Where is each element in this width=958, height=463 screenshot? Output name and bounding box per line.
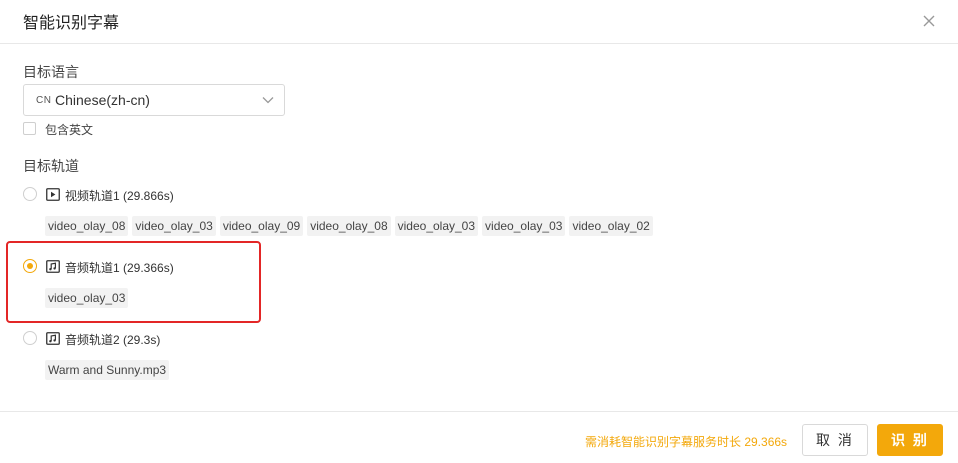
include-english-label: 包含英文 <box>45 123 94 137</box>
dialog-title: 智能识别字幕 <box>23 15 120 32</box>
track-title: 视频轨道1 (29.866s) <box>65 189 174 203</box>
target-track-label: 目标轨道 <box>23 158 79 174</box>
clip-chip: video_olay_03 <box>132 216 216 236</box>
chevron-down-icon <box>262 97 274 104</box>
clip-chip: Warm and Sunny.mp3 <box>45 360 170 380</box>
cost-note: 需消耗智能识别字幕服务时长 29.366s <box>585 435 788 449</box>
track-radio[interactable] <box>23 331 37 345</box>
target-language-label: 目标语言 <box>23 64 79 80</box>
audio-track-icon <box>46 332 60 345</box>
clip-chip: video_olay_09 <box>219 216 304 236</box>
track-clips: Warm and Sunny.mp3 <box>45 360 170 380</box>
track-clips: video_olay_08 video_olay_03 video_olay_0… <box>45 216 653 236</box>
close-icon[interactable] <box>918 10 940 32</box>
track-radio[interactable] <box>23 187 37 201</box>
cancel-button[interactable]: 取 消 <box>802 424 868 456</box>
language-flag: CN <box>36 95 52 106</box>
clip-chip: video_olay_02 <box>569 216 653 236</box>
clip-chip: video_olay_03 <box>394 216 479 236</box>
clip-chip: video_olay_08 <box>307 216 391 236</box>
checkbox-box[interactable] <box>23 122 36 135</box>
video-track-icon <box>46 188 60 201</box>
dialog-header: 智能识别字幕 <box>0 0 958 44</box>
dialog-footer: 需消耗智能识别字幕服务时长 29.366s 取 消 识 别 <box>0 411 958 463</box>
language-value: Chinese(zh-cn) <box>55 92 150 108</box>
subtitle-recognition-dialog: 智能识别字幕 目标语言 CN Chinese(zh-cn) 包含英文 目标轨道 … <box>0 0 958 463</box>
recognize-button[interactable]: 识 别 <box>877 424 943 456</box>
selection-highlight-box <box>6 241 261 323</box>
clip-chip: video_olay_03 <box>482 216 566 236</box>
clip-chip: video_olay_08 <box>45 216 129 236</box>
language-select[interactable]: CN Chinese(zh-cn) <box>23 84 285 116</box>
track-title: 音频轨道2 (29.3s) <box>65 333 161 347</box>
